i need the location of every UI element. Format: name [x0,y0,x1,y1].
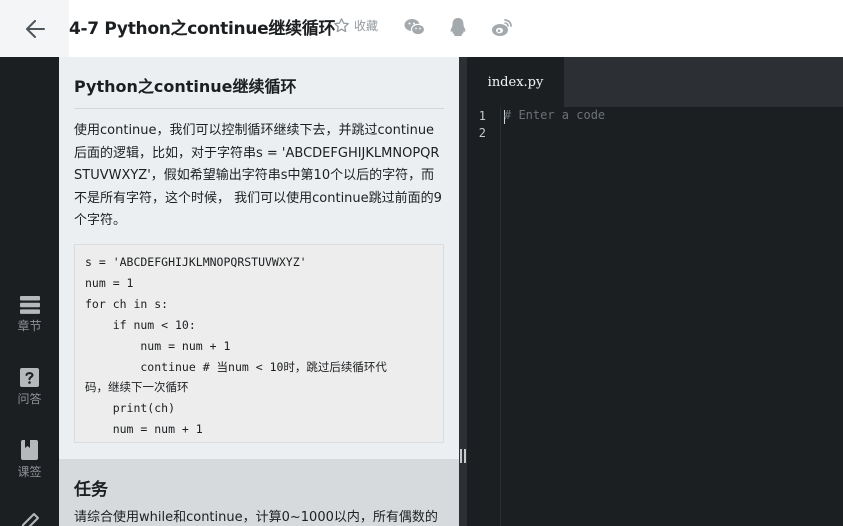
sidebar-item-label: 章节 [17,319,42,333]
chapter-icon [19,296,40,314]
panel-resize-handle[interactable] [459,57,467,526]
arrow-left-icon [25,19,45,38]
line-number-gutter: 1 2 [467,107,501,526]
sidebar-item-qa[interactable]: 问答 [0,368,59,407]
line-number: 2 [478,126,486,140]
share-wechat-button[interactable] [403,16,425,38]
edit-icon [21,513,39,526]
editor-tab-bar: index.py [467,57,843,107]
code-line: if num < 10: [85,317,196,332]
task-text: 请综合使用while和continue，计算0~1000以内，所有偶数的 [74,510,438,525]
code-line: s = 'ABCDEFGHIJKLMNOPQRSTUVWXYZ' [85,255,307,269]
back-button[interactable] [0,0,69,57]
code-placeholder: # Enter a code [504,108,606,122]
code-line: continue # 当num < 10时，跳过后续循环代 [85,359,387,374]
sidebar-item-label: 课签 [17,465,42,479]
code-line: 码，继续下一次循环 [85,380,189,395]
lesson-title: Python之continue继续循环 [74,77,297,96]
task-panel: 任务 请综合使用while和continue，计算0~1000以内，所有偶数的 [59,459,459,526]
code-example: s = 'ABCDEFGHIJKLMNOPQRSTUVWXYZ' num = 1… [74,244,444,443]
lesson-panel[interactable]: Python之continue继续循环 使用continue，我们可以控制循环继… [59,57,459,526]
grip-icon [460,449,466,463]
code-input[interactable]: # Enter a code [501,107,843,526]
page-title: 4-7 Python之continue继续循环 [69,19,336,39]
sidebar-item-edit[interactable] [0,512,59,526]
code-line: for ch in s: [85,296,169,311]
code-line: num = num + 1 [85,422,203,437]
code-editor: index.py 1 2 # Enter a code [467,57,843,526]
lesson-description: 使用continue，我们可以控制循环继续下去，并跳过continue后面的逻辑… [74,123,442,228]
bookmark-icon [21,440,38,460]
tab-index-py[interactable]: index.py [467,57,564,107]
top-bar: 4-7 Python之continue继续循环 收藏 [0,0,843,57]
question-icon [20,368,39,387]
star-icon [334,18,349,33]
sidebar-item-notes[interactable]: 课签 [0,440,59,480]
left-sidebar: 章节 问答 课签 [0,57,59,526]
code-line: num = 1 [85,275,134,290]
code-line: num = num + 1 [85,338,231,353]
wechat-icon [404,19,425,36]
share-weibo-button[interactable] [491,16,513,38]
sidebar-item-chapters[interactable]: 章节 [0,296,59,334]
favorite-label: 收藏 [354,19,379,33]
sidebar-item-label: 问答 [17,392,42,406]
favorite-button[interactable]: 收藏 [333,17,378,34]
task-title: 任务 [74,480,108,500]
share-qq-button[interactable] [447,16,469,38]
qq-icon [450,18,466,36]
weibo-icon [492,18,512,36]
code-line: print(ch) [85,401,176,416]
line-number: 1 [478,109,486,123]
divider [74,108,444,109]
